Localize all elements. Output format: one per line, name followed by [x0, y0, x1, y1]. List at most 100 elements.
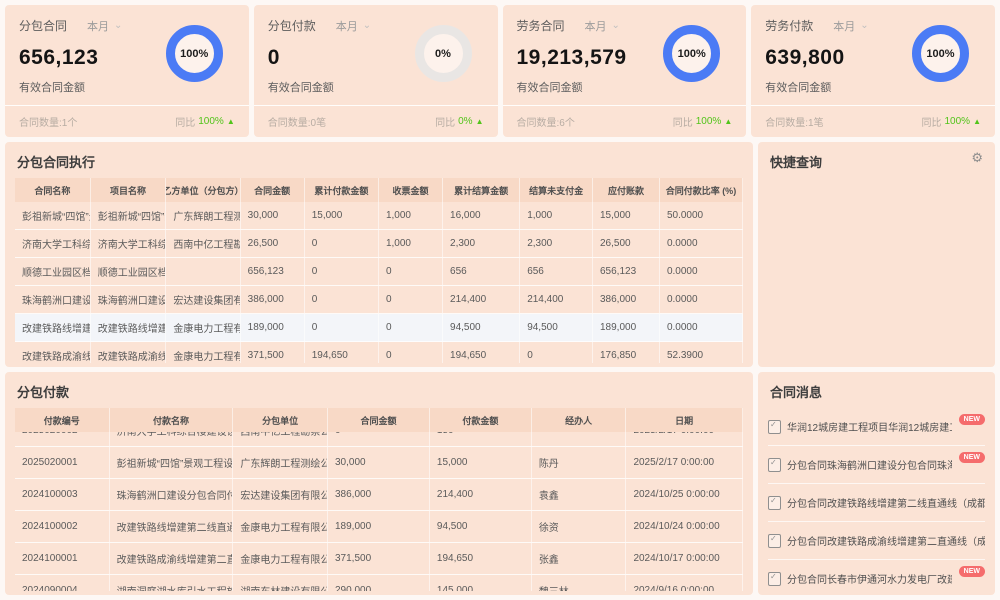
- arrow-up-icon: ▲: [227, 117, 235, 126]
- table-cell: 2,300: [520, 230, 593, 257]
- table-cell: 2024100003: [15, 479, 110, 510]
- gear-icon[interactable]: ⚙: [971, 151, 983, 164]
- table-cell: 2025020001: [15, 447, 110, 478]
- arrow-up-icon: ▲: [973, 117, 981, 126]
- message-item[interactable]: 分包合同改建铁路线增建第二线直通线（成都-西安）电力线路迁改工程分包合同改建铁路…: [768, 484, 985, 522]
- column-header: 合同金额: [241, 178, 305, 202]
- table-cell: 0: [305, 230, 379, 257]
- table-cell: 改建铁路成渝线增建第二直通: [91, 342, 167, 363]
- table-row[interactable]: 2024100002改建铁路线增建第二线直通线（成都-西安金康电力工程有限公司1…: [15, 511, 743, 543]
- subcontract-payment-panel: 分包付款 付款编号付款名称分包单位合同金额付款金额经办人日期 202502000…: [5, 372, 753, 595]
- table-cell: 0: [520, 342, 593, 363]
- arrow-up-icon: ▲: [476, 117, 484, 126]
- table-cell: 0: [305, 258, 379, 285]
- table-cell: 1,000: [379, 230, 443, 257]
- table-row[interactable]: 顺德工业园区档案管理精装饰顺德工业园区档案管理精装饰656,1230065665…: [15, 258, 743, 286]
- table-cell: 改建铁路线增建第二线直通线: [15, 314, 91, 341]
- table-cell: 194,650: [430, 543, 532, 574]
- column-header: 分包单位: [233, 408, 328, 432]
- table-cell: 0.0000: [660, 258, 743, 285]
- message-icon: [768, 458, 781, 472]
- card-value-label: 有效合同金额: [517, 79, 733, 95]
- table-cell: [166, 258, 240, 285]
- card-value-label: 有效合同金额: [765, 79, 981, 95]
- subcontract-execution-panel: 分包合同执行 合同名称项目名称乙方单位（分包方）合同金额累计付款金额收票金额累计…: [5, 142, 753, 367]
- table-cell: 371,500: [328, 543, 430, 574]
- table-row[interactable]: 济南大学工科综合楼建设设计济南大学工科综合楼建设设计西南中亿工程勘察公司26,5…: [15, 230, 743, 258]
- table-cell: 26,500: [593, 230, 660, 257]
- table-cell: 济南大学工科综合楼建设设计: [15, 230, 91, 257]
- table-cell: 2024100002: [15, 511, 110, 542]
- kpi-card-labor-contract: 劳务合同 本月⌄ 19,213,579 有效合同金额 100% 合同数量:6个 …: [503, 5, 747, 137]
- message-item[interactable]: 分包合同珠海鹤洲口建设分包合同珠海鹤洲口建设林康平 NEW: [768, 446, 985, 484]
- column-header: 结算未支付金: [520, 178, 593, 202]
- kpi-card-labor-payment: 劳务付款 本月⌄ 639,800 有效合同金额 100% 合同数量:1笔 同比1…: [751, 5, 995, 137]
- table-row[interactable]: 2025020001彭祖新城“四馆”景观工程设计项目分包付款广东辉朗工程测绘公司…: [15, 447, 743, 479]
- table-cell: 656,123: [593, 258, 660, 285]
- period-dropdown[interactable]: 本月⌄: [833, 18, 868, 34]
- table-cell: 西南中亿工程勘察公司: [233, 432, 328, 446]
- table-cell: 金康电力工程有限公司: [233, 511, 328, 542]
- table-row[interactable]: 2024100003珠海鹤洲口建设分包合同付款宏达建设集团有限公司386,000…: [15, 479, 743, 511]
- table-cell: 0: [379, 286, 443, 313]
- table-cell: 656: [520, 258, 593, 285]
- table-cell: 0.0000: [660, 230, 743, 257]
- table-cell: 0: [379, 258, 443, 285]
- table-cell: 0: [305, 314, 379, 341]
- table-cell: 宏达建设集团有限公司: [233, 479, 328, 510]
- table-cell: 改建铁路线增建第二线直通线（成都-西安: [110, 511, 234, 542]
- column-header: 合同付款比率 (%): [660, 178, 743, 202]
- period-dropdown[interactable]: 本月⌄: [585, 18, 620, 34]
- table-row[interactable]: 改建铁路线增建第二线直通线改建铁路线增建第二线直通线金康电力工程有限公司189,…: [15, 314, 743, 342]
- message-text: 分包合同改建铁路线增建第二线直通线（成都-西安）电力线路迁改工程分包合同改建铁路…: [787, 495, 985, 510]
- gauge-ring: 100%: [166, 25, 223, 82]
- message-text: 分包合同珠海鹤洲口建设分包合同珠海鹤洲口建设林康平: [787, 457, 952, 472]
- table-cell: 湖南洞庭湖水库引水工程施工标分包合同: [110, 575, 234, 591]
- new-badge: NEW: [959, 452, 985, 463]
- table-cell: 26,500: [241, 230, 305, 257]
- table-cell: 陈丹: [532, 447, 627, 478]
- table-cell: 189,000: [593, 314, 660, 341]
- table-cell: 290,000: [328, 575, 430, 591]
- message-item[interactable]: 华润12城房建工程项目华润12城房建工程项目分包合同李朝 NEW: [768, 408, 985, 446]
- table-cell: 15,000: [305, 202, 379, 229]
- message-text: 分包合同改建铁路成渝线增建第二直通线（成渝枢纽）电力线路迁改工程分包合同改建铁路…: [787, 533, 985, 548]
- chevron-down-icon: ⌄: [860, 22, 868, 30]
- table-cell: 改建铁路成渝线增建第二直通线（成渝枢纽: [110, 543, 234, 574]
- payment-table-body: 2025020002济南大学工科综合楼建设设计项目分包付款西南中亿工程勘察公司0…: [15, 432, 743, 591]
- message-item[interactable]: 分包合同改建铁路成渝线增建第二直通线（成渝枢纽）电力线路迁改工程分包合同改建铁路…: [768, 522, 985, 560]
- period-dropdown[interactable]: 本月⌄: [336, 18, 371, 34]
- table-cell: 214,400: [430, 479, 532, 510]
- message-item[interactable]: 分包合同长春市伊通河水力发电厂改建工程分包合同长春市伊通河水力发电厂改建工程刘建…: [768, 560, 985, 595]
- table-cell: 济南大学工科综合楼建设设计: [91, 230, 167, 257]
- table-cell: 0.0000: [660, 314, 743, 341]
- table-row[interactable]: 珠海鹤洲口建设分包合同珠海鹤洲口建设宏达建设集团有限公司386,00000214…: [15, 286, 743, 314]
- table-cell: 顺德工业园区档案管理精装饰: [91, 258, 167, 285]
- table-row[interactable]: 彭祖新城“四馆”景观工程设计彭祖新城“四馆”景观工程设计广东辉朗工程测绘公司30…: [15, 202, 743, 230]
- table-row[interactable]: 2024100001改建铁路成渝线增建第二直通线（成渝枢纽金康电力工程有限公司3…: [15, 543, 743, 575]
- table-row[interactable]: 改建铁路成渝线增建第二直通改建铁路成渝线增建第二直通金康电力工程有限公司371,…: [15, 342, 743, 363]
- table-cell: 656,123: [241, 258, 305, 285]
- table-cell: 彭祖新城“四馆”景观工程设计项目分包付款: [110, 447, 234, 478]
- period-dropdown[interactable]: 本月⌄: [87, 18, 122, 34]
- message-list: 华润12城房建工程项目华润12城房建工程项目分包合同李朝NEW分包合同珠海鹤洲口…: [768, 408, 985, 595]
- table-cell: 16,000: [443, 202, 520, 229]
- message-text: 华润12城房建工程项目华润12城房建工程项目分包合同李朝: [787, 419, 952, 434]
- table-cell: 珠海鹤洲口建设: [91, 286, 167, 313]
- table-cell: 145,000: [430, 575, 532, 591]
- table-row[interactable]: 2025020002济南大学工科综合楼建设设计项目分包付款西南中亿工程勘察公司0…: [15, 432, 743, 447]
- message-text: 分包合同长春市伊通河水力发电厂改建工程分包合同长春市伊通河水力发电厂改建工程刘建: [787, 571, 952, 586]
- table-cell: 150: [430, 432, 532, 446]
- table-cell: 改建铁路成渝线增建第二直通: [15, 342, 91, 363]
- chevron-down-icon: ⌄: [114, 22, 122, 30]
- card-value-label: 有效合同金额: [19, 79, 235, 95]
- chevron-down-icon: ⌄: [363, 22, 371, 30]
- table-cell: 湖南东林建设有限公司: [233, 575, 328, 591]
- table-cell: 0: [379, 342, 443, 363]
- new-badge: NEW: [959, 414, 985, 425]
- card-title: 劳务合同: [517, 17, 565, 34]
- table-row[interactable]: 2024090004湖南洞庭湖水库引水工程施工标分包合同湖南东林建设有限公司29…: [15, 575, 743, 591]
- table-cell: 金康电力工程有限公司: [166, 314, 240, 341]
- dashboard-page: 分包合同 本月⌄ 656,123 有效合同金额 100% 合同数量:1个 同比1…: [0, 0, 1000, 600]
- table-cell: 袁鑫: [532, 479, 627, 510]
